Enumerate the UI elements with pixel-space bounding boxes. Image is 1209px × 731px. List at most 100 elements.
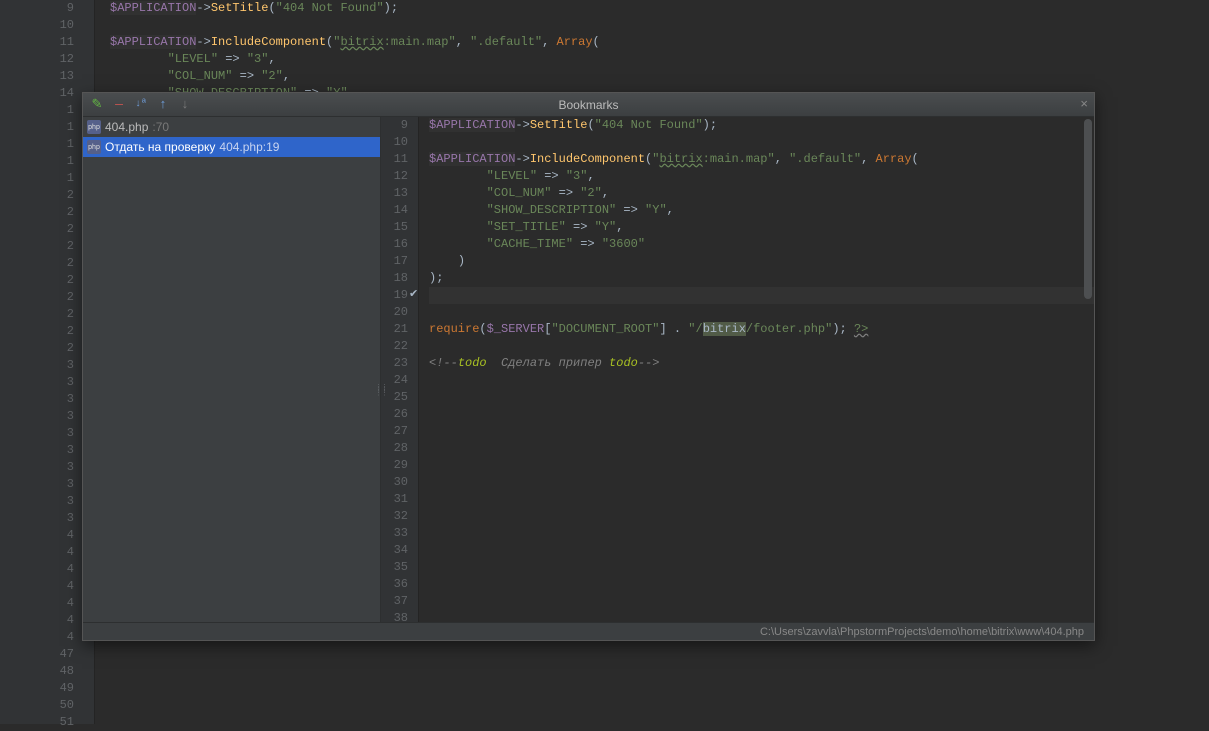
bookmark-item[interactable]: php404.php :70 (83, 117, 380, 137)
line-number: 2 (0, 221, 94, 238)
popup-status-path: C:\Users\zavvla\PhpstormProjects\demo\ho… (83, 622, 1094, 640)
line-number: 1 (0, 119, 94, 136)
preview-gutter: 9101112131415161718192021222324252627282… (381, 117, 419, 622)
line-number: 38 (381, 610, 418, 622)
line-number: 36 (381, 576, 418, 593)
line-number: 3 (0, 408, 94, 425)
php-file-icon: php (87, 140, 101, 154)
line-number: 13 (381, 185, 418, 202)
line-number: 50 (0, 697, 94, 714)
line-number: 47 (0, 646, 94, 663)
line-number: 3 (0, 476, 94, 493)
line-number: 4 (0, 612, 94, 629)
line-number: 34 (381, 542, 418, 559)
line-number: 2 (0, 204, 94, 221)
code-line: "COL_NUM" => "2", (429, 185, 1094, 202)
bookmark-label: 404.php (105, 120, 148, 134)
code-line: ) (429, 253, 1094, 270)
move-up-icon[interactable]: ↑ (155, 97, 171, 113)
line-number: 31 (381, 491, 418, 508)
line-number: 11 (0, 34, 94, 51)
code-line: $APPLICATION->IncludeComponent("bitrix:m… (429, 151, 1094, 168)
code-line: "CACHE_TIME" => "3600" (429, 236, 1094, 253)
line-number: 2 (0, 289, 94, 306)
code-line: $APPLICATION->IncludeComponent("bitrix:m… (110, 34, 1209, 51)
line-number: 12 (0, 51, 94, 68)
bookmark-preview: ⋮⋮⋮⋮⋮⋮ 910111213141516171819202122232425… (381, 117, 1094, 622)
line-number: 2 (0, 187, 94, 204)
code-line-current: ✔ (429, 287, 1094, 304)
line-number: 3 (0, 493, 94, 510)
bookmark-list[interactable]: php404.php :70phpОтдать на проверку 404.… (83, 117, 381, 622)
line-number: 4 (0, 544, 94, 561)
line-number: 37 (381, 593, 418, 610)
code-line (429, 304, 1094, 321)
line-number: 3 (0, 442, 94, 459)
line-number: 3 (0, 357, 94, 374)
code-line: "LEVEL" => "3", (429, 168, 1094, 185)
line-number: 10 (0, 17, 94, 34)
line-number: 17 (381, 253, 418, 270)
line-number: 23 (381, 355, 418, 372)
edit-icon[interactable]: ✎ (89, 97, 105, 113)
bookmark-location: 404.php:19 (219, 140, 279, 154)
move-down-icon[interactable]: ↓ (177, 97, 193, 113)
line-number: 14 (381, 202, 418, 219)
bookmark-item[interactable]: phpОтдать на проверку 404.php:19 (83, 137, 380, 157)
preview-scrollbar[interactable] (1084, 119, 1092, 299)
popup-toolbar: ✎ — ↓ª ↑ ↓ (83, 97, 199, 113)
line-number: 33 (381, 525, 418, 542)
code-line: "SET_TITLE" => "Y", (429, 219, 1094, 236)
bg-gutter: 9101112131411111222222222233333333334444… (0, 0, 95, 724)
delete-icon[interactable]: — (111, 97, 127, 113)
code-line: "COL_NUM" => "2", (110, 68, 1209, 85)
line-number: 2 (0, 238, 94, 255)
code-line: "SHOW_DESCRIPTION" => "Y", (429, 202, 1094, 219)
code-line: $APPLICATION->SetTitle("404 Not Found"); (429, 117, 1094, 134)
line-number: 32 (381, 508, 418, 525)
bookmark-check-icon: ✔ (409, 287, 418, 304)
line-number: 13 (0, 68, 94, 85)
bookmark-location: :70 (152, 120, 169, 134)
line-number: 14 (0, 85, 94, 102)
line-number: 4 (0, 561, 94, 578)
line-number: 4 (0, 629, 94, 646)
splitter-handle[interactable]: ⋮⋮⋮⋮⋮⋮ (375, 387, 381, 405)
line-number: 2 (0, 340, 94, 357)
line-number: 1 (0, 153, 94, 170)
line-number: 21 (381, 321, 418, 338)
line-number: 1 (0, 136, 94, 153)
code-line: $APPLICATION->SetTitle("404 Not Found"); (110, 0, 1209, 17)
line-number: 2 (0, 306, 94, 323)
preview-code[interactable]: $APPLICATION->SetTitle("404 Not Found");… (419, 117, 1094, 622)
line-number: 49 (0, 680, 94, 697)
popup-titlebar[interactable]: ✎ — ↓ª ↑ ↓ Bookmarks × (83, 93, 1094, 117)
line-number: 3 (0, 374, 94, 391)
line-number: 10 (381, 134, 418, 151)
line-number: 4 (0, 527, 94, 544)
line-number: 1 (0, 102, 94, 119)
sort-icon[interactable]: ↓ª (133, 97, 149, 113)
code-line: <!--todo Сделать припер todo--> (429, 355, 1094, 372)
line-number: 29 (381, 457, 418, 474)
line-number: 4 (0, 595, 94, 612)
line-number: 1 (0, 170, 94, 187)
line-number: 11 (381, 151, 418, 168)
line-number: 30 (381, 474, 418, 491)
line-number: 16 (381, 236, 418, 253)
line-number: 15 (381, 219, 418, 236)
code-line: require($_SERVER["DOCUMENT_ROOT"] . "/bi… (429, 321, 1094, 338)
line-number: 9 (381, 117, 418, 134)
line-number: 4 (0, 578, 94, 595)
line-number: 2 (0, 255, 94, 272)
line-number: 26 (381, 406, 418, 423)
line-number: 3 (0, 459, 94, 476)
code-line (110, 17, 1209, 34)
line-number: 3 (0, 510, 94, 527)
line-number: 2 (0, 272, 94, 289)
code-line (429, 338, 1094, 355)
close-icon[interactable]: × (1080, 97, 1088, 112)
line-number: 48 (0, 663, 94, 680)
line-number: 12 (381, 168, 418, 185)
line-number: 20 (381, 304, 418, 321)
